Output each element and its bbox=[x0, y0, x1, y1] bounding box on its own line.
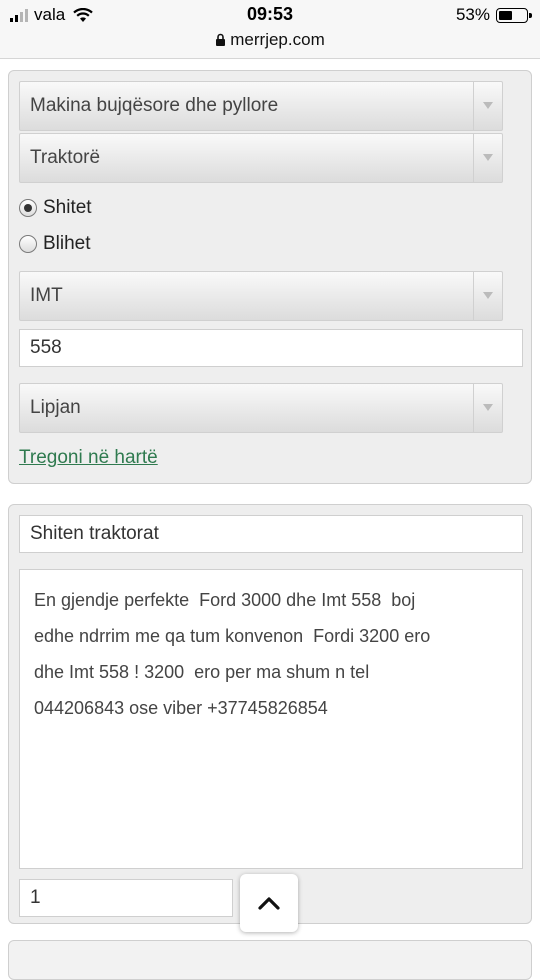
radio-blihet[interactable]: Blihet bbox=[19, 233, 91, 255]
url-text: merrjep.com bbox=[230, 30, 325, 49]
make-select[interactable]: IMT bbox=[19, 271, 503, 321]
title-input-value: Shiten traktorat bbox=[30, 523, 159, 544]
details-form-panel: Shiten traktorat En gjendje perfekte For… bbox=[8, 504, 532, 924]
category-select-value: Makina bujqësore dhe pyllore bbox=[30, 95, 279, 116]
quantity-input-value: 1 bbox=[30, 887, 41, 908]
model-input[interactable]: 558 bbox=[19, 329, 523, 367]
subcategory-select[interactable]: Traktorë bbox=[19, 133, 503, 183]
location-select[interactable]: Lipjan bbox=[19, 383, 503, 433]
title-input[interactable]: Shiten traktorat bbox=[19, 515, 523, 553]
chevron-up-icon bbox=[258, 897, 280, 910]
radio-shitet[interactable]: Shitet bbox=[19, 197, 92, 219]
dropdown-arrow-icon bbox=[473, 272, 502, 320]
dropdown-arrow-icon bbox=[473, 82, 502, 130]
battery-icon bbox=[496, 7, 532, 23]
show-on-map-link[interactable]: Tregoni në hartë bbox=[19, 447, 158, 469]
address-bar[interactable]: merrjep.com bbox=[0, 30, 540, 50]
category-select[interactable]: Makina bujqësore dhe pyllore bbox=[19, 81, 503, 131]
scroll-to-top-button[interactable] bbox=[240, 874, 298, 932]
status-bar: vala 09:53 53% merrjep.com bbox=[0, 0, 540, 59]
quantity-input[interactable]: 1 bbox=[19, 879, 233, 917]
lock-icon bbox=[216, 33, 226, 46]
battery-percent: 53% bbox=[455, 5, 490, 24]
location-select-value: Lipjan bbox=[30, 397, 81, 418]
model-input-value: 558 bbox=[30, 337, 62, 358]
dropdown-arrow-icon bbox=[473, 384, 502, 432]
radio-checked-icon bbox=[19, 199, 37, 217]
radio-unchecked-icon bbox=[19, 235, 37, 253]
radio-shitet-label: Shitet bbox=[43, 197, 92, 218]
dropdown-arrow-icon bbox=[473, 134, 502, 182]
listing-form-panel: Makina bujqësore dhe pyllore Traktorë Sh… bbox=[8, 70, 532, 484]
subcategory-select-value: Traktorë bbox=[30, 147, 101, 168]
next-panel bbox=[8, 940, 532, 980]
make-select-value: IMT bbox=[30, 285, 63, 306]
battery-group: 53% bbox=[455, 5, 532, 25]
radio-blihet-label: Blihet bbox=[43, 233, 91, 254]
description-textarea[interactable]: En gjendje perfekte Ford 3000 dhe Imt 55… bbox=[19, 569, 523, 869]
